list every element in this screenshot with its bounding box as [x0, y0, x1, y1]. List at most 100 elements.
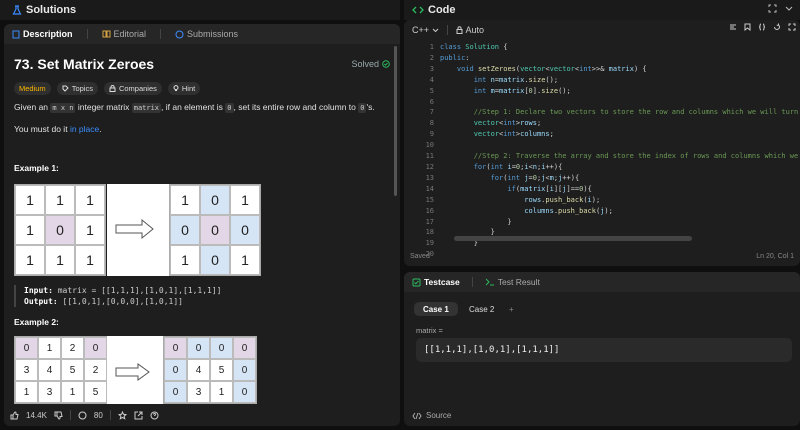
- line-number: 2: [429, 53, 434, 62]
- matrix-cell: 4: [38, 359, 61, 381]
- case-2-button[interactable]: Case 2: [460, 302, 503, 316]
- matrix-cell: 3: [38, 381, 61, 403]
- arrow-right-icon: [115, 218, 155, 240]
- companies-label: Companies: [118, 84, 157, 93]
- code-header: Code: [404, 0, 800, 20]
- solutions-title[interactable]: Solutions: [26, 4, 76, 16]
- line-number: 17: [425, 217, 434, 226]
- matrix-cell: 1: [75, 215, 105, 245]
- matrix-cell: 2: [84, 359, 107, 381]
- star-icon[interactable]: [117, 410, 127, 420]
- line-number: 1: [429, 43, 434, 51]
- line-number: 18: [425, 228, 434, 237]
- example-2-before-grid: 012034521315: [14, 336, 108, 404]
- case-1-button[interactable]: Case 1: [414, 302, 458, 316]
- thumbs-up-icon[interactable]: [10, 410, 19, 420]
- arrow-right-icon: [115, 362, 151, 382]
- hint-chip[interactable]: Hint: [167, 82, 201, 95]
- line-number: 4: [429, 75, 434, 84]
- topics-label: Topics: [71, 84, 93, 93]
- add-case-button[interactable]: +: [500, 302, 523, 316]
- matrix-cell: 1: [230, 185, 260, 215]
- thumbs-down-icon[interactable]: [54, 411, 63, 420]
- matrix-cell: 1: [38, 337, 61, 359]
- language-select[interactable]: C++: [412, 25, 439, 35]
- in-place-link[interactable]: in place: [70, 124, 99, 134]
- problem-description: Given an m x n integer matrix matrix, if…: [14, 102, 375, 113]
- solved-label: Solved: [351, 59, 379, 69]
- source-button[interactable]: Source: [412, 411, 451, 420]
- matrix-cell: 4: [187, 359, 210, 381]
- matrix-cell: 0: [164, 359, 187, 381]
- braces-icon[interactable]: [758, 23, 766, 31]
- tab-description[interactable]: Description: [12, 29, 73, 39]
- comment-count: 80: [93, 410, 103, 420]
- problem-title: 73. Set Matrix Zeroes: [14, 56, 155, 72]
- testcase-tabs: Testcase Test Result: [404, 272, 800, 292]
- code-tools: [729, 23, 796, 31]
- fullscreen-icon[interactable]: [788, 23, 796, 31]
- code-brackets-icon: [412, 5, 424, 15]
- minimize-icon[interactable]: [785, 4, 794, 13]
- tab-testcase[interactable]: Testcase: [412, 277, 460, 287]
- matrix-cell: 0: [170, 215, 200, 245]
- help-icon[interactable]: [150, 411, 159, 420]
- matrix-cell: 5: [210, 359, 233, 381]
- share-icon[interactable]: [134, 411, 143, 420]
- book-icon: [102, 30, 111, 38]
- matrix-cell: 5: [61, 359, 84, 381]
- terminal-icon: [485, 278, 495, 286]
- description-panel: Description Editorial Submissions 73. Se…: [4, 24, 400, 426]
- matrix-cell: 1: [75, 185, 105, 215]
- code-brackets-icon: [412, 412, 422, 420]
- matrix-cell: 0: [200, 245, 230, 275]
- example-1-title: Example 1:: [14, 163, 59, 173]
- reset-icon[interactable]: [773, 23, 781, 31]
- matrix-cell: 1: [15, 381, 38, 403]
- example-2-arrow-box: [107, 336, 163, 404]
- testcase-panel: Testcase Test Result Case 1 Case 2 + mat…: [404, 272, 800, 426]
- format-icon[interactable]: [729, 23, 737, 31]
- maximize-icon[interactable]: [768, 4, 777, 13]
- matrix-cell: 1: [170, 245, 200, 275]
- line-number: 9: [429, 130, 434, 139]
- description-scrollbar[interactable]: [394, 46, 397, 196]
- topics-chip[interactable]: Topics: [56, 82, 98, 95]
- line-number: 16: [425, 206, 434, 215]
- auto-mode[interactable]: Auto: [456, 25, 484, 35]
- code-text[interactable]: class Solution { public: void setZeroes(…: [440, 42, 800, 249]
- tab-submissions[interactable]: Submissions: [175, 29, 238, 39]
- matrix-cell: 1: [75, 245, 105, 275]
- check-circle-icon: [382, 60, 390, 68]
- matrix-cell: 1: [15, 215, 45, 245]
- line-number: 14: [425, 184, 434, 193]
- matrix-input[interactable]: [[1,1,1],[1,0,1],[1,1,1]]: [416, 338, 792, 362]
- chevron-down-icon: [432, 28, 439, 33]
- companies-chip[interactable]: Companies: [103, 82, 162, 95]
- example-1-arrow-box: [107, 184, 169, 276]
- matrix-cell: 1: [210, 381, 233, 403]
- flask-icon: [12, 5, 22, 15]
- matrix-cell: 0: [45, 215, 75, 245]
- matrix-cell: 1: [61, 381, 84, 403]
- hint-label: Hint: [181, 84, 196, 93]
- matrix-cell: 0: [233, 337, 256, 359]
- line-number: 6: [429, 97, 434, 106]
- matrix-cell: 1: [45, 245, 75, 275]
- problem-tags: Medium Topics Companies Hint: [14, 82, 201, 95]
- matrix-cell: 1: [15, 185, 45, 215]
- comment-icon[interactable]: [78, 411, 87, 420]
- bookmark-icon[interactable]: [744, 23, 751, 31]
- tab-test-result[interactable]: Test Result: [485, 277, 540, 287]
- matrix-cell: 0: [164, 337, 187, 359]
- example-1-io: Input: matrix = [[1,1,1],[1,0,1],[1,1,1]…: [14, 285, 222, 307]
- action-divider: [109, 410, 111, 420]
- code-editor-panel: C++ Auto 1 2 3 4 5 6 7 8 9 10 11 12 13 14 15 16 17 18 19 20…: [404, 20, 800, 266]
- cursor-position: Ln 20, Col 1: [756, 253, 794, 260]
- example-2-title: Example 2:: [14, 317, 59, 327]
- tab-description-label: Description: [23, 29, 73, 39]
- code-horizontal-scrollbar[interactable]: [454, 236, 692, 241]
- matrix-cell: 1: [170, 185, 200, 215]
- tag-icon: [62, 85, 69, 92]
- tab-editorial[interactable]: Editorial: [102, 29, 146, 39]
